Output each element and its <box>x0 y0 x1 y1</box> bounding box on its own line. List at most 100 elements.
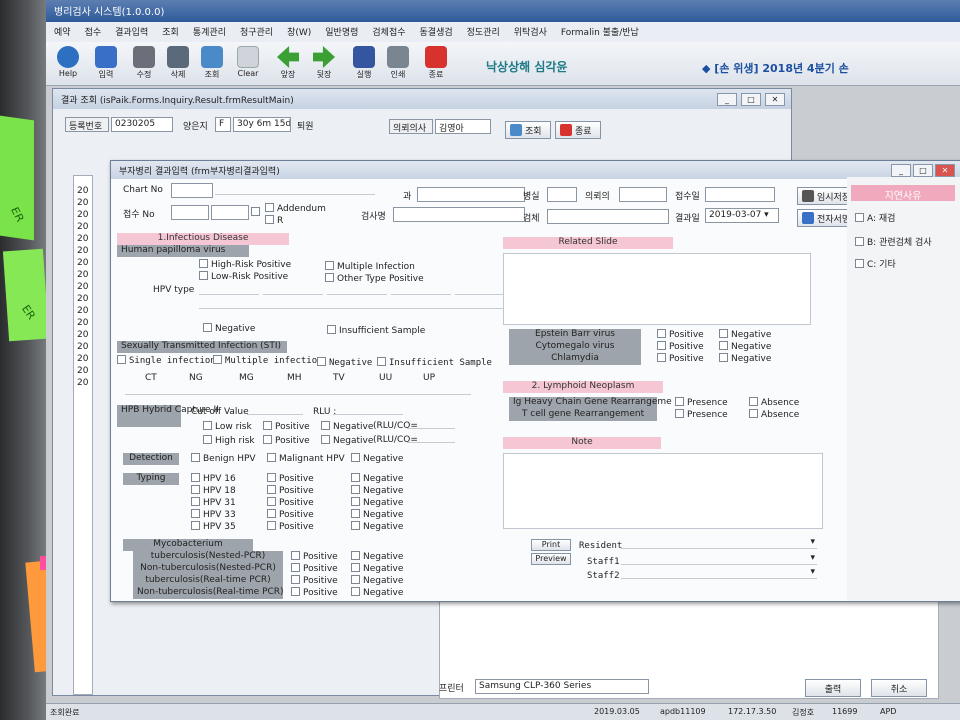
receipt-no-field-2[interactable] <box>211 205 249 220</box>
grid-row[interactable]: 20 <box>77 270 88 280</box>
ward-field[interactable] <box>547 187 577 202</box>
typing-positive-checkbox[interactable]: Positive <box>267 521 314 532</box>
typing-type-checkbox[interactable]: HPV 31 <box>191 497 236 508</box>
high-risk-checkbox[interactable]: High risk <box>203 435 255 446</box>
sti-result-line[interactable] <box>125 383 471 395</box>
menu-item[interactable]: 통계관리 <box>193 25 226 39</box>
myco-negative-checkbox[interactable]: Negative <box>351 575 403 586</box>
grid-row[interactable]: 20 <box>77 210 88 220</box>
cancel-button[interactable]: 취소 <box>871 679 927 697</box>
input-button[interactable]: 입력 <box>88 44 124 84</box>
typing-type-checkbox[interactable]: HPV 16 <box>191 473 236 484</box>
delay-reason-checkbox[interactable]: A: 재검 <box>855 211 895 224</box>
delay-reason-checkbox[interactable]: C: 기타 <box>855 257 896 270</box>
grid-row[interactable]: 20 <box>77 318 88 328</box>
low-risk-checkbox[interactable]: Low risk <box>203 421 252 432</box>
typing-type-checkbox[interactable]: HPV 33 <box>191 509 236 520</box>
chart-no-field[interactable] <box>171 183 213 198</box>
typing-positive-checkbox[interactable]: Positive <box>267 485 314 496</box>
hpv-type-field[interactable] <box>391 283 451 295</box>
virus-positive-checkbox[interactable]: Positive <box>657 341 704 352</box>
result-grid[interactable]: 20 20 20 20 20 20 20 20 20 20 20 20 20 2… <box>73 175 93 695</box>
typing-positive-checkbox[interactable]: Positive <box>267 473 314 484</box>
lymphoid-absence-checkbox[interactable]: Absence <box>749 409 799 420</box>
grid-row[interactable]: 20 <box>77 186 88 196</box>
printer-select[interactable]: Samsung CLP-360 Series <box>475 679 649 694</box>
requester-field[interactable] <box>619 187 667 202</box>
cutoff-field[interactable] <box>247 403 303 415</box>
menu-item[interactable]: 예약 <box>54 25 71 39</box>
edit-button[interactable]: 수정 <box>126 44 162 84</box>
malignant-hpv-checkbox[interactable]: Malignant HPV <box>267 453 345 464</box>
benign-hpv-checkbox[interactable]: Benign HPV <box>191 453 256 464</box>
preview-button[interactable]: Preview <box>531 553 571 565</box>
virus-negative-checkbox[interactable]: Negative <box>719 329 771 340</box>
grid-row[interactable]: 20 <box>77 306 88 316</box>
typing-positive-checkbox[interactable]: Positive <box>267 497 314 508</box>
examiner-field[interactable] <box>393 207 525 222</box>
rlu-field[interactable] <box>333 403 403 415</box>
hpv-type-field-2[interactable] <box>199 297 515 309</box>
hpv-type-field[interactable] <box>327 283 387 295</box>
delay-reason-checkbox[interactable]: B: 관련검체 검사 <box>855 235 932 248</box>
multiple-infection-checkbox[interactable]: Multiple Infection <box>325 261 415 272</box>
menu-item[interactable]: 동결생검 <box>420 25 453 39</box>
receipt-no-field[interactable] <box>171 205 209 220</box>
high-risk-negative-checkbox[interactable]: Negative <box>321 435 373 446</box>
myco-positive-checkbox[interactable]: Positive <box>291 587 338 598</box>
delete-button[interactable]: 삭제 <box>160 44 196 84</box>
grid-row[interactable]: 20 <box>77 234 88 244</box>
sti-multiple-checkbox[interactable]: Multiple infection <box>213 355 323 366</box>
detection-negative-checkbox[interactable]: Negative <box>351 453 403 464</box>
result-date-field[interactable]: 2019-03-07 ▾ <box>705 208 779 223</box>
typing-type-checkbox[interactable]: HPV 18 <box>191 485 236 496</box>
grid-row[interactable]: 20 <box>77 258 88 268</box>
print-button[interactable]: Print <box>531 539 571 551</box>
lymphoid-presence-checkbox[interactable]: Presence <box>675 409 728 420</box>
addendum-option[interactable]: Addendum <box>265 203 326 214</box>
menu-item[interactable]: 일반명령 <box>325 25 358 39</box>
sti-single-checkbox[interactable]: Single infection <box>117 355 216 366</box>
menu-item[interactable]: 결과입력 <box>115 25 148 39</box>
low-risk-checkbox[interactable]: Low-Risk Positive <box>199 271 288 282</box>
sti-negative-checkbox[interactable]: Negative <box>317 357 372 368</box>
grid-row[interactable]: 20 <box>77 282 88 292</box>
typing-negative-checkbox[interactable]: Negative <box>351 473 403 484</box>
typing-type-checkbox[interactable]: HPV 35 <box>191 521 236 532</box>
staff1-select[interactable]: ▾ <box>621 553 817 565</box>
grid-row[interactable]: 20 <box>77 198 88 208</box>
lymphoid-absence-checkbox[interactable]: Absence <box>749 397 799 408</box>
myco-negative-checkbox[interactable]: Negative <box>351 587 403 598</box>
menu-item[interactable]: 조회 <box>162 25 179 39</box>
high-risk-ratio-field[interactable] <box>407 431 455 443</box>
hpv-negative-checkbox[interactable]: Negative <box>203 323 255 334</box>
grid-row[interactable]: 20 <box>77 354 88 364</box>
typing-positive-checkbox[interactable]: Positive <box>267 509 314 520</box>
note-textarea[interactable] <box>503 453 823 529</box>
related-slide-box[interactable] <box>503 253 811 325</box>
maximize-icon[interactable]: □ <box>741 93 761 106</box>
virus-negative-checkbox[interactable]: Negative <box>719 353 771 364</box>
grid-row[interactable]: 20 <box>77 342 88 352</box>
prev-button[interactable]: 앞장 <box>270 44 306 84</box>
lymphoid-presence-checkbox[interactable]: Presence <box>675 397 728 408</box>
r-option[interactable]: R <box>265 215 283 226</box>
exit-button[interactable]: 종료 <box>418 44 454 84</box>
high-risk-checkbox[interactable]: High-Risk Positive <box>199 259 291 270</box>
specimen-field[interactable] <box>547 209 669 224</box>
low-risk-negative-checkbox[interactable]: Negative <box>321 421 373 432</box>
next-button[interactable]: 뒷장 <box>306 44 342 84</box>
search-button[interactable]: 조회 <box>194 44 230 84</box>
receipt-date-field[interactable] <box>705 187 775 202</box>
myco-positive-checkbox[interactable]: Positive <box>291 563 338 574</box>
low-risk-positive-checkbox[interactable]: Positive <box>263 421 310 432</box>
myco-positive-checkbox[interactable]: Positive <box>291 551 338 562</box>
typing-negative-checkbox[interactable]: Negative <box>351 521 403 532</box>
menu-item[interactable]: 검체접수 <box>372 25 405 39</box>
doctor-field[interactable]: 김영아 <box>435 119 491 134</box>
virus-negative-checkbox[interactable]: Negative <box>719 341 771 352</box>
staff2-select[interactable]: ▾ <box>621 567 817 579</box>
menu-item[interactable]: 접수 <box>85 25 102 39</box>
myco-positive-checkbox[interactable]: Positive <box>291 575 338 586</box>
maximize-icon[interactable]: □ <box>913 164 933 177</box>
